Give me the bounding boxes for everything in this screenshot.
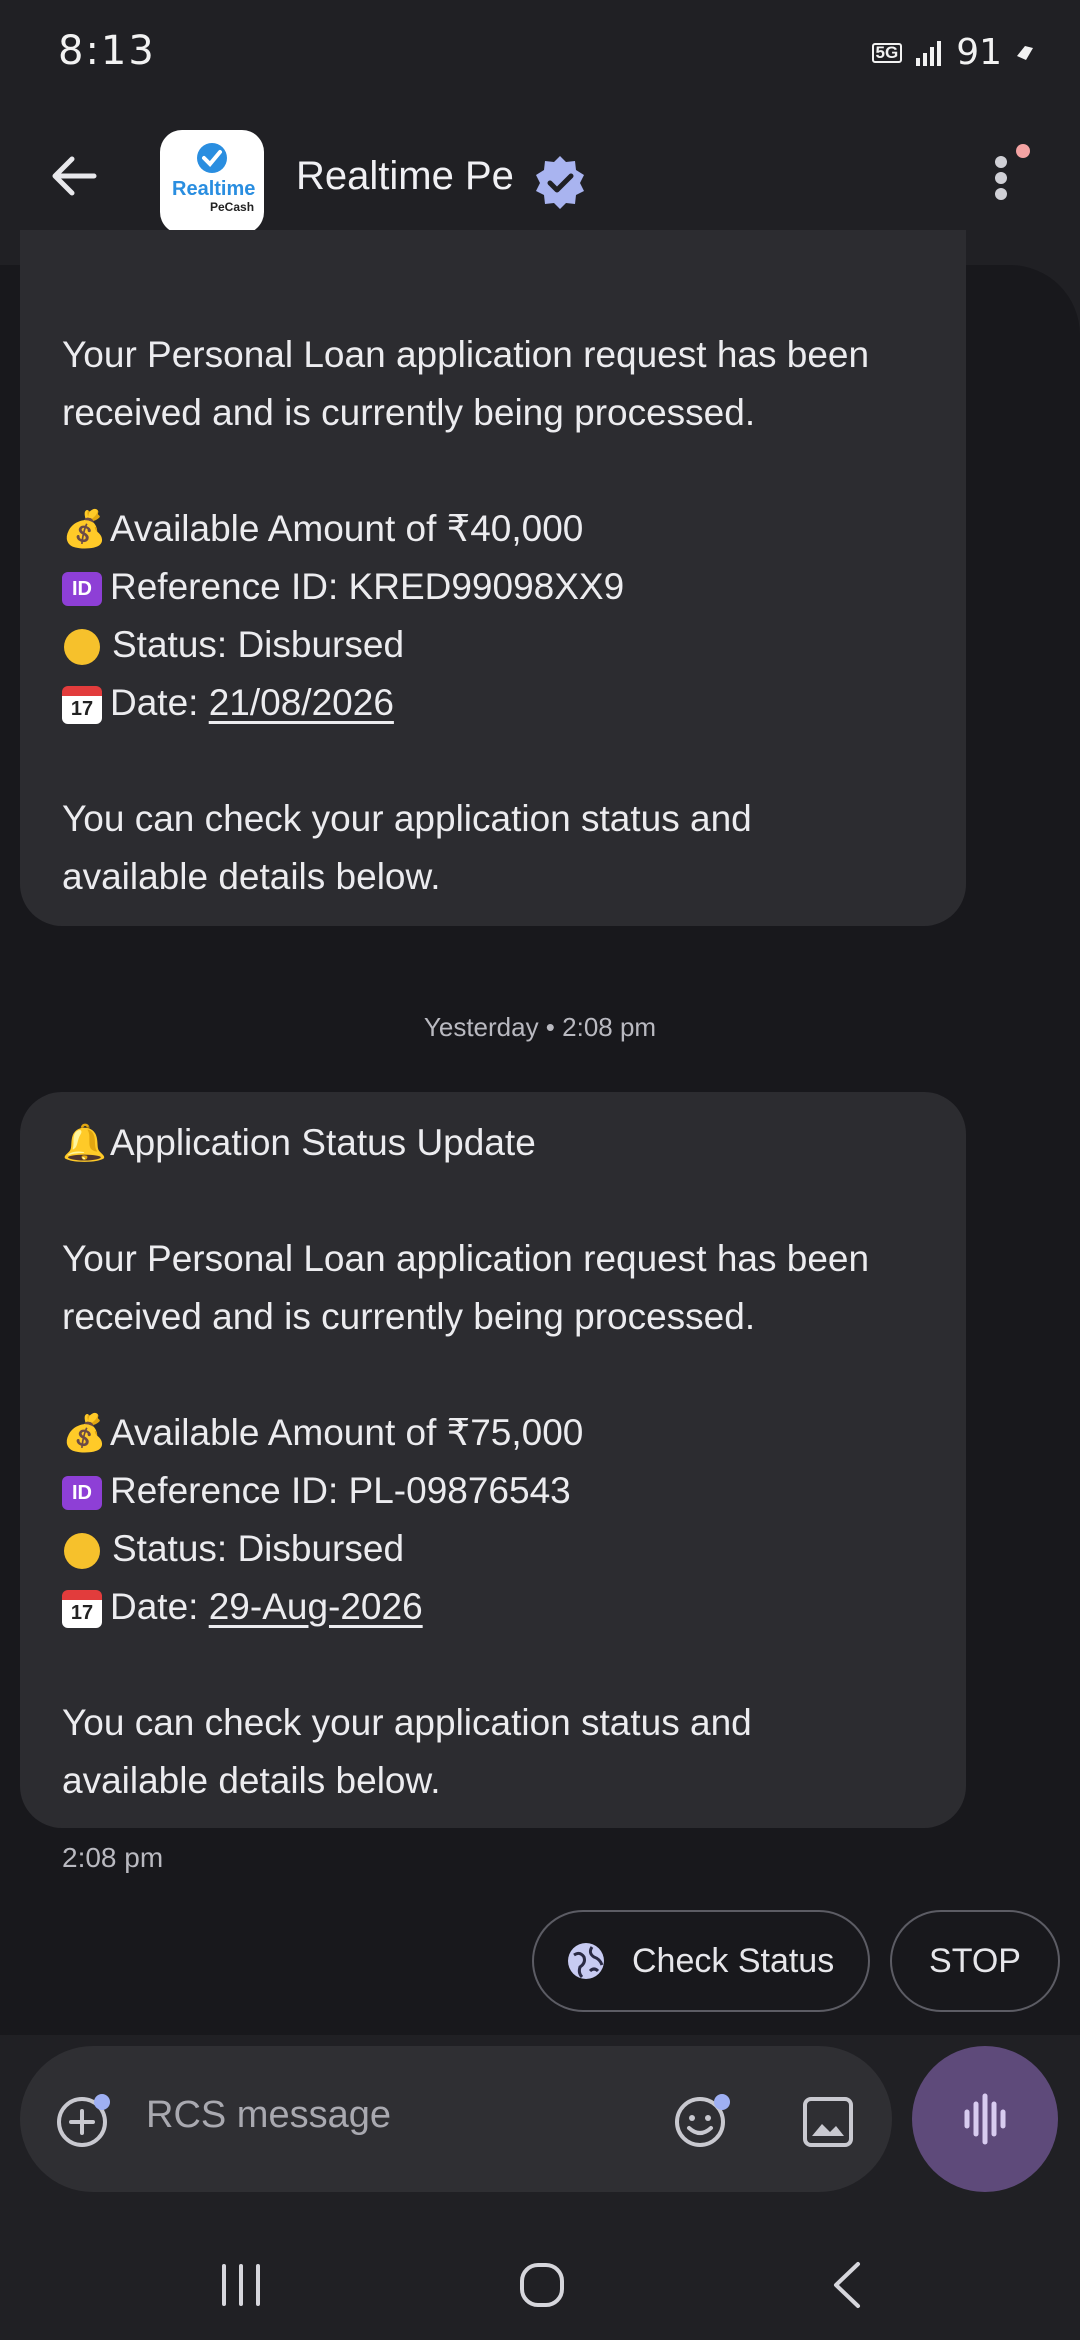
add-attachment-icon[interactable] (54, 2092, 112, 2150)
globe-icon (568, 1943, 604, 1979)
money-bag-icon: 💰 (62, 509, 107, 550)
message-line: You can check your application status an… (62, 1702, 752, 1743)
message-line: available details below. (62, 1760, 441, 1801)
calendar-icon: 17 (62, 1590, 102, 1629)
money-bag-icon: 💰 (62, 1413, 107, 1454)
status-line: Status: Disbursed (62, 1520, 404, 1578)
message-line: You can check your application status an… (62, 798, 752, 839)
reference-line: ID Reference ID: KRED99098XX9 (62, 558, 624, 616)
date-line: 17 Date: 21/08/2026 (62, 674, 394, 732)
message-line: received and is currently being processe… (62, 1296, 756, 1337)
recent-apps-icon[interactable] (216, 2262, 266, 2308)
voice-message-button[interactable] (912, 2046, 1058, 2192)
conversation-title[interactable]: Realtime Pe (296, 154, 514, 199)
home-icon[interactable] (518, 2260, 566, 2310)
message-line: Your Personal Loan application request h… (62, 1238, 870, 1279)
amount-line: 💰Available Amount of ₹40,000 (62, 500, 583, 559)
stop-chip[interactable]: STOP (890, 1910, 1060, 2012)
status-time: 8:13 (58, 28, 156, 74)
yellow-circle-icon (64, 1533, 100, 1570)
battery-charging-icon (1017, 45, 1033, 60)
verified-badge-icon (536, 156, 584, 209)
date-link[interactable]: 21/08/2026 (209, 682, 394, 723)
battery-level: 91 (956, 32, 1002, 73)
image-gallery-icon[interactable] (802, 2096, 854, 2148)
logo-subtext: PeCash (210, 200, 255, 214)
amount-line: 💰Available Amount of ₹75,000 (62, 1404, 583, 1463)
check-status-label: Check Status (632, 1941, 835, 1980)
status-line: Status: Disbursed (62, 616, 404, 674)
signal-icon (916, 40, 942, 66)
message-bubble[interactable]: Your Personal Loan application request h… (20, 230, 966, 926)
nav-back-icon[interactable] (826, 2260, 866, 2310)
logo-text: Realtime (172, 178, 256, 200)
message-line: received and is currently being processe… (62, 392, 756, 433)
back-arrow-icon[interactable] (48, 150, 100, 202)
calendar-icon: 17 (62, 686, 102, 725)
id-icon: ID (62, 1476, 102, 1511)
message-bubble[interactable]: 🔔Application Status Update Your Personal… (20, 1092, 966, 1828)
yellow-circle-icon (64, 629, 100, 666)
message-input[interactable]: RCS message (146, 2094, 391, 2137)
timestamp-divider: Yesterday • 2:08 pm (423, 1012, 657, 1042)
message-line: Your Personal Loan application request h… (62, 334, 870, 375)
message-timestamp: 2:08 pm (62, 1842, 164, 1873)
brand-logo[interactable]: Realtime PeCash (160, 130, 264, 234)
message-heading: 🔔Application Status Update (62, 1114, 536, 1173)
date-line: 17 Date: 29-Aug-2026 (62, 1578, 423, 1636)
message-line: available details below. (62, 856, 441, 897)
reference-line: ID Reference ID: PL-09876543 (62, 1462, 571, 1520)
more-options-icon[interactable] (995, 148, 1019, 208)
id-icon: ID (62, 572, 102, 607)
stop-label: STOP (929, 1941, 1021, 1980)
check-status-chip[interactable]: Check Status (532, 1910, 870, 2012)
notification-dot (1016, 144, 1030, 158)
network-badge: 5G (871, 42, 903, 63)
voice-wave-icon (964, 2093, 1006, 2145)
system-nav-bar (0, 2220, 1080, 2340)
emoji-icon[interactable] (672, 2092, 732, 2150)
bell-icon: 🔔 (62, 1123, 107, 1164)
status-icons: 5G 91 (871, 32, 1037, 73)
date-link[interactable]: 29-Aug-2026 (209, 1586, 423, 1627)
